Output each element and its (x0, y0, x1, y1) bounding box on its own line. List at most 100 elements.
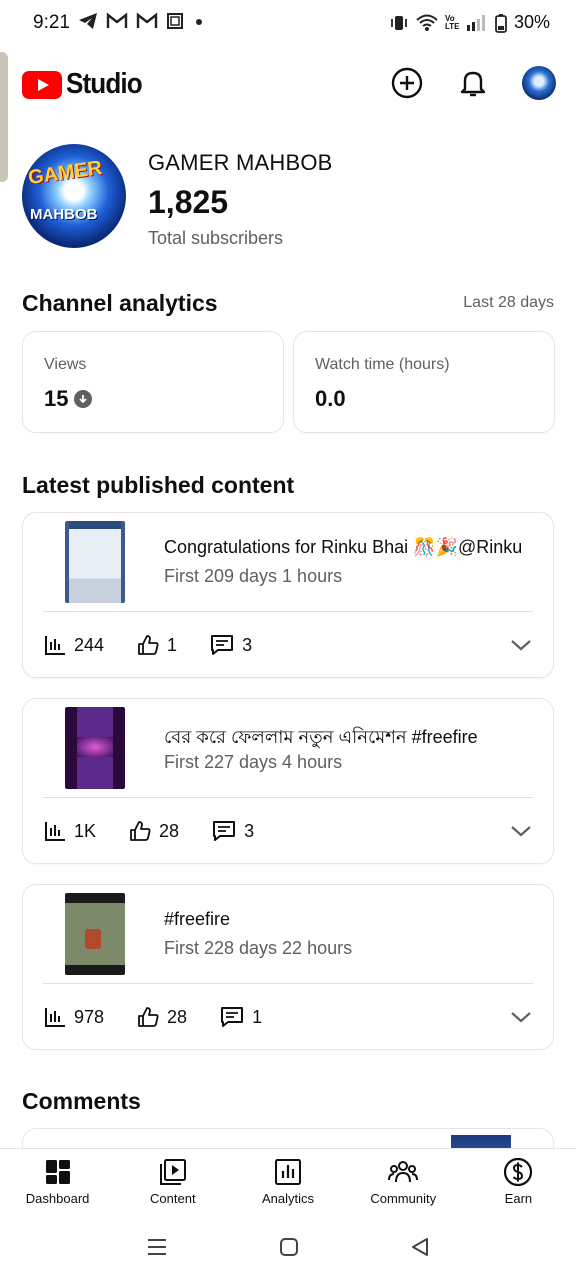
likes-count: 1 (167, 634, 178, 655)
comment-icon (221, 1007, 244, 1027)
comments-count: 1 (252, 1006, 263, 1027)
notifications-button[interactable] (456, 66, 490, 100)
content-card[interactable]: বের করে ফেললাম নতুন এনিমেশন #freefire Fi… (22, 698, 554, 864)
watch-time-label: Watch time (hours) (315, 356, 450, 373)
likes-count: 28 (167, 1006, 188, 1027)
status-bar: 9:21 Vo LTE 30% (0, 0, 576, 50)
avatar-logo-text-top: GAMER (26, 156, 104, 190)
signal-icon (466, 14, 485, 31)
divider (43, 983, 533, 984)
thumbs-up-icon (138, 635, 159, 655)
nav-label: Dashboard (25, 1191, 90, 1206)
gmail-icon (136, 12, 158, 28)
watch-time-card[interactable]: Watch time (hours) 0.0 (293, 331, 555, 433)
analytics-period: Last 28 days (463, 294, 554, 311)
video-metrics: 978 28 1 (44, 1006, 262, 1028)
channel-header: GAMER MAHBOB GAMER MAHBOB 1,825 Total su… (22, 144, 554, 254)
likes-count: 28 (159, 820, 180, 841)
divider (43, 611, 533, 612)
volte-text: Vo LTE (444, 13, 460, 31)
latest-content-title: Latest published content (22, 472, 295, 498)
thumbs-up-icon (130, 821, 151, 841)
recents-icon[interactable] (146, 1237, 168, 1257)
content-icon (159, 1159, 186, 1185)
screenshot-icon (167, 13, 183, 29)
nav-content[interactable]: Content (115, 1149, 230, 1214)
views-card[interactable]: Views 15 (22, 331, 284, 433)
nav-dashboard[interactable]: Dashboard (0, 1149, 115, 1214)
views-label: Views (44, 356, 87, 373)
home-icon[interactable] (279, 1237, 299, 1257)
chevron-down-icon (511, 640, 531, 651)
likes-metric: 28 (137, 1006, 187, 1028)
video-metrics: 1K 28 3 (44, 820, 254, 842)
comments-count: 3 (242, 634, 253, 655)
views-count: 244 (74, 634, 105, 655)
gmail-icon (106, 12, 128, 28)
comment-icon (213, 821, 236, 841)
analytics-icon (275, 1159, 301, 1185)
video-thumbnail[interactable] (65, 893, 125, 975)
subscriber-count: 1,825 (148, 184, 229, 220)
expand-button[interactable] (507, 817, 535, 845)
back-icon[interactable] (410, 1237, 430, 1257)
telegram-icon (79, 13, 97, 29)
nav-label: Content (150, 1191, 196, 1206)
channel-avatar[interactable]: GAMER MAHBOB (22, 144, 126, 248)
nav-analytics[interactable]: Analytics (230, 1149, 345, 1214)
nav-community[interactable]: Community (346, 1149, 461, 1214)
views-metric: 244 (44, 635, 104, 656)
subscriber-label: Total subscribers (148, 228, 284, 248)
youtube-play-icon (22, 70, 62, 99)
create-button[interactable] (390, 66, 424, 100)
comment-icon (211, 635, 234, 655)
nav-label: Analytics (261, 1191, 315, 1206)
chevron-down-icon (511, 1012, 531, 1023)
watch-time-value: 0.0 (315, 386, 346, 411)
views-metric: 1K (44, 821, 96, 842)
trend-down-icon (74, 390, 93, 408)
content-card[interactable]: Congratulations for Rinku Bhai 🎊🎉@Rinku … (22, 512, 554, 678)
dot-icon (196, 19, 202, 25)
notifications-icon (460, 71, 486, 97)
video-age: First 228 days 22 hours (164, 938, 353, 958)
views-value: 15 (44, 386, 69, 411)
account-button[interactable] (522, 66, 556, 100)
likes-metric: 28 (129, 820, 179, 842)
video-title: Congratulations for Rinku Bhai 🎊🎉@Rinku (164, 537, 523, 557)
system-status-icons: Vo LTE 30% (389, 12, 550, 33)
nav-label: Earn (504, 1191, 533, 1206)
dashboard-icon (45, 1160, 70, 1184)
likes-metric: 1 (137, 634, 177, 656)
views-count: 1K (74, 820, 97, 841)
video-thumbnail[interactable] (65, 521, 125, 603)
video-age: First 209 days 1 hours (164, 566, 343, 586)
views-metric: 978 (44, 1007, 104, 1028)
views-value-row: 15 (44, 386, 93, 412)
divider (43, 797, 533, 798)
bottom-nav: Dashboard Content Analytics Community Ea… (0, 1148, 576, 1214)
expand-button[interactable] (507, 631, 535, 659)
app-bar: Studio (0, 60, 576, 112)
create-icon (391, 67, 423, 99)
thumbs-up-icon (138, 1007, 159, 1027)
video-age: First 227 days 4 hours (164, 752, 343, 772)
chevron-down-icon (511, 826, 531, 837)
expand-button[interactable] (507, 1003, 535, 1031)
views-count: 978 (74, 1006, 105, 1027)
community-icon (388, 1161, 419, 1183)
content-card[interactable]: #freefire First 228 days 22 hours 978 28… (22, 884, 554, 1050)
notification-icons (78, 12, 206, 30)
video-title: #freefire (164, 909, 231, 929)
video-metrics: 244 1 3 (44, 634, 252, 656)
bar-chart-icon (45, 636, 65, 655)
vibrate-icon (391, 15, 407, 30)
wifi-icon (416, 14, 438, 31)
youtube-studio-logo: Studio (22, 68, 150, 101)
comments-title: Comments (22, 1088, 141, 1114)
avatar-logo-text-bottom: MAHBOB (30, 206, 98, 223)
video-thumbnail[interactable] (65, 707, 125, 789)
channel-name: GAMER MAHBOB (148, 150, 333, 175)
nav-earn[interactable]: Earn (461, 1149, 576, 1214)
earn-icon (504, 1157, 533, 1187)
